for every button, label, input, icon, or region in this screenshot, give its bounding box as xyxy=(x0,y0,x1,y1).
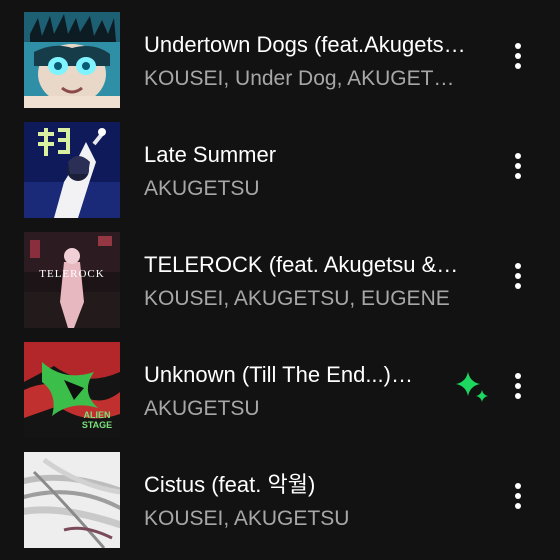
sparkle-icon[interactable] xyxy=(452,366,492,406)
album-cover: ALIEN STAGE xyxy=(24,342,120,438)
undertown-dogs-cover-icon xyxy=(24,12,120,108)
track-title: Unknown (Till The End...)… xyxy=(144,362,413,387)
more-vertical-icon[interactable] xyxy=(504,366,532,406)
cover-text: ALIEN STAGE xyxy=(81,410,113,430)
track-row[interactable]: Undertown Dogs (feat.Akugets… KOUSEI, Un… xyxy=(0,0,560,110)
album-cover xyxy=(24,452,120,548)
more-vertical-icon[interactable] xyxy=(504,146,532,186)
track-row[interactable]: Late Summer AKUGETSU xyxy=(0,110,560,220)
track-row[interactable]: TELEROCK TELEROCK (feat. Akugetsu &… KOU… xyxy=(0,220,560,330)
late-summer-cover-icon xyxy=(24,122,120,218)
track-list: Undertown Dogs (feat.Akugets… KOUSEI, Un… xyxy=(0,0,560,560)
track-artists: KOUSEI, Under Dog, AKUGET… xyxy=(144,67,455,90)
track-artists: KOUSEI, AKUGETSU, EUGENE xyxy=(144,287,450,310)
telerock-cover-icon xyxy=(24,232,120,328)
album-cover: TELEROCK xyxy=(24,232,120,328)
track-artists: KOUSEI, AKUGETSU xyxy=(144,507,350,530)
cover-text: TELEROCK xyxy=(39,268,105,280)
album-cover xyxy=(24,122,120,218)
track-title: TELEROCK (feat. Akugetsu &… xyxy=(144,252,459,277)
track-artists: AKUGETSU xyxy=(144,177,260,200)
more-vertical-icon[interactable] xyxy=(504,36,532,76)
track-title: Cistus (feat. 악월) xyxy=(144,472,316,497)
track-title: Undertown Dogs (feat.Akugets… xyxy=(144,32,466,57)
album-cover xyxy=(24,12,120,108)
track-row[interactable]: Cistus (feat. 악월) KOUSEI, AKUGETSU xyxy=(0,440,560,550)
track-artists: AKUGETSU xyxy=(144,397,260,420)
track-row[interactable]: ALIEN STAGE Unknown (Till The End...)… A… xyxy=(0,330,560,440)
track-title: Late Summer xyxy=(144,142,277,167)
more-vertical-icon[interactable] xyxy=(504,256,532,296)
more-vertical-icon[interactable] xyxy=(504,476,532,516)
cistus-cover-icon xyxy=(24,452,120,548)
